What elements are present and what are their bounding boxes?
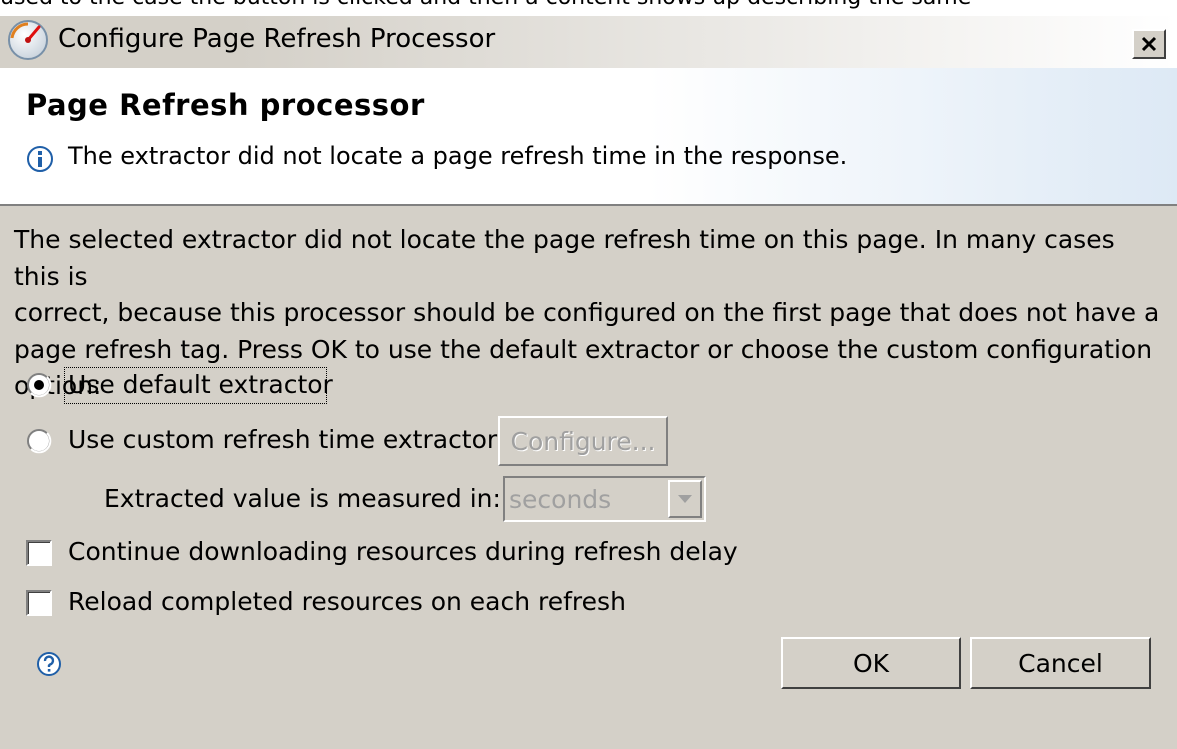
- configure-button[interactable]: Configure...: [498, 416, 668, 466]
- close-button[interactable]: [1132, 29, 1166, 59]
- unit-select-value: seconds: [509, 485, 612, 514]
- unit-label: Extracted value is measured in:: [104, 484, 501, 513]
- background-text: used to the case the button is clicked a…: [0, 0, 971, 10]
- focus-rectangle: [64, 367, 327, 404]
- custom-extractor-radio[interactable]: [26, 428, 52, 454]
- custom-extractor-label[interactable]: Use custom refresh time extractor: [68, 425, 497, 454]
- app-gauge-icon: [8, 20, 48, 60]
- info-message: The extractor did not locate a page refr…: [68, 142, 848, 170]
- background-text-strip: used to the case the button is clicked a…: [0, 0, 1177, 16]
- description-line: The selected extractor did not locate th…: [14, 225, 1115, 291]
- ok-button[interactable]: OK: [781, 637, 961, 689]
- page-title: Page Refresh processor: [26, 88, 425, 122]
- continue-downloading-label[interactable]: Continue downloading resources during re…: [68, 537, 738, 566]
- title-bar[interactable]: Configure Page Refresh Processor: [0, 16, 1177, 68]
- description-line: correct, because this processor should b…: [14, 298, 1160, 327]
- window-title: Configure Page Refresh Processor: [58, 24, 496, 54]
- select-arrow-button[interactable]: [668, 480, 702, 518]
- cancel-button[interactable]: Cancel: [970, 637, 1151, 689]
- default-extractor-radio[interactable]: [26, 372, 52, 398]
- chevron-down-icon: [678, 495, 692, 503]
- reload-completed-label[interactable]: Reload completed resources on each refre…: [68, 587, 626, 616]
- dialog-header: Page Refresh processor The extractor did…: [0, 68, 1177, 206]
- help-icon[interactable]: [36, 651, 62, 677]
- continue-downloading-checkbox[interactable]: [26, 540, 52, 566]
- info-icon: [27, 146, 53, 172]
- reload-completed-checkbox[interactable]: [26, 590, 52, 616]
- unit-select[interactable]: seconds: [503, 476, 706, 522]
- close-icon: [1141, 36, 1157, 52]
- description-line: page refresh tag. Press OK to use the de…: [14, 334, 1153, 364]
